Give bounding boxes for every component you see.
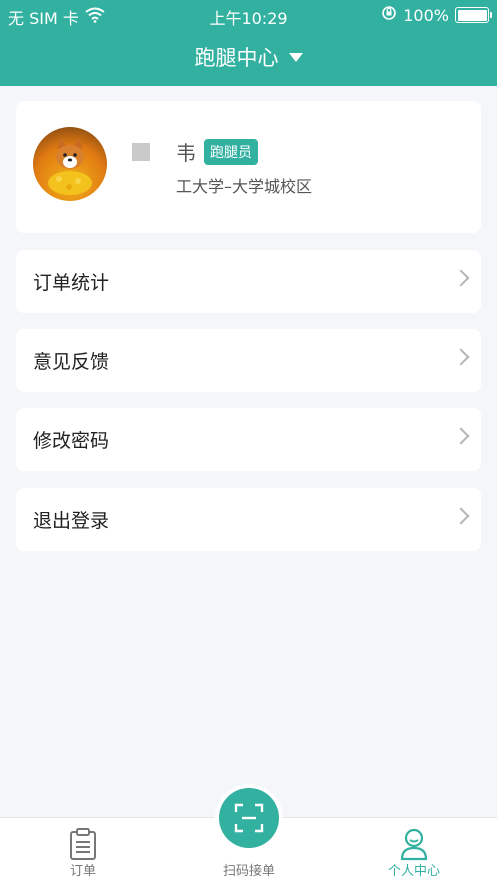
header-title-dropdown[interactable]: 跑腿中心 bbox=[0, 42, 497, 72]
clipboard-icon bbox=[70, 828, 96, 860]
name-redaction bbox=[132, 142, 150, 161]
menu-item-change-password[interactable]: 修改密码 bbox=[16, 408, 481, 471]
chevron-right-icon bbox=[452, 348, 470, 366]
battery-percent: 100% bbox=[403, 5, 449, 25]
tab-profile[interactable]: 个人中心 bbox=[364, 818, 464, 883]
menu-item-label: 订单统计 bbox=[33, 272, 110, 294]
school-label: 工大学–大学城校区 bbox=[176, 177, 313, 196]
status-bar: 无 SIM 卡 上午10:29 100% bbox=[0, 0, 497, 30]
menu-item-label: 意见反馈 bbox=[33, 351, 110, 373]
menu-item-logout[interactable]: 退出登录 bbox=[16, 488, 481, 551]
tab-label: 扫码接单 bbox=[222, 864, 275, 879]
user-name-row: 韦 跑腿员 bbox=[132, 137, 258, 166]
caret-down-icon bbox=[288, 52, 303, 62]
status-right: 100% bbox=[381, 5, 492, 25]
profile-card: 韦 跑腿员 工大学–大学城校区 bbox=[16, 101, 481, 233]
page-title: 跑腿中心 bbox=[194, 46, 279, 70]
scan-order-button[interactable] bbox=[219, 788, 279, 848]
role-badge: 跑腿员 bbox=[204, 138, 258, 165]
menu-item-label: 修改密码 bbox=[33, 430, 110, 452]
tab-label: 个人中心 bbox=[387, 864, 440, 879]
user-profile-icon bbox=[400, 828, 428, 861]
battery-icon bbox=[455, 7, 492, 23]
scan-icon bbox=[234, 803, 264, 833]
chevron-right-icon bbox=[452, 427, 470, 445]
user-name: 韦 bbox=[176, 141, 196, 165]
avatar[interactable] bbox=[33, 127, 107, 201]
menu-item-order-stats[interactable]: 订单统计 bbox=[16, 250, 481, 313]
chevron-right-icon bbox=[452, 507, 470, 525]
chevron-right-icon bbox=[452, 269, 470, 287]
menu-item-label: 退出登录 bbox=[33, 510, 110, 532]
app-header: 无 SIM 卡 上午10:29 100% 跑腿中心 bbox=[0, 0, 497, 86]
menu-item-feedback[interactable]: 意见反馈 bbox=[16, 329, 481, 392]
dog-avatar-icon bbox=[48, 137, 92, 195]
tab-orders[interactable]: 订单 bbox=[33, 818, 133, 883]
tab-label: 订单 bbox=[69, 864, 96, 879]
orientation-lock-icon bbox=[381, 5, 397, 25]
